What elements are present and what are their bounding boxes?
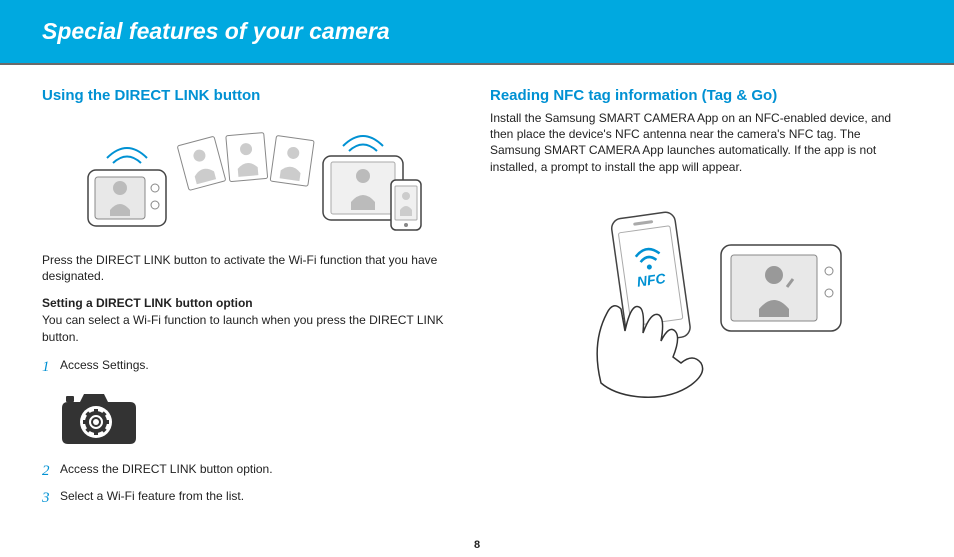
step-item: 3 Select a Wi-Fi feature from the list. [42,488,464,509]
section-heading-nfc: Reading NFC tag information (Tag & Go) [490,87,912,104]
nfc-description: Install the Samsung SMART CAMERA App on … [490,110,912,175]
step-text: Access Settings. [60,357,149,374]
right-column: Reading NFC tag information (Tag & Go) I… [490,87,912,515]
content-area: Using the DIRECT LINK button [0,65,954,515]
section-heading-direct-link: Using the DIRECT LINK button [42,87,464,104]
direct-link-subheading: Setting a DIRECT LINK button option [42,296,464,310]
direct-link-option-description: You can select a Wi-Fi function to launc… [42,312,464,344]
step-number: 3 [42,488,60,509]
step-text: Access the DIRECT LINK button option. [60,461,273,478]
page-number: 8 [0,539,954,551]
steps-list-cont: 2 Access the DIRECT LINK button option. … [42,461,464,509]
nfc-illustration: NFC [490,193,912,403]
left-column: Using the DIRECT LINK button [42,87,464,515]
steps-list: 1 Access Settings. [42,357,464,378]
camera-settings-icon [42,384,464,461]
step-number: 2 [42,461,60,482]
step-text: Select a Wi-Fi feature from the list. [60,488,244,505]
step-number: 1 [42,357,60,378]
direct-link-description: Press the DIRECT LINK button to activate… [42,252,464,284]
step-item: 1 Access Settings. [42,357,464,378]
step-item: 2 Access the DIRECT LINK button option. [42,461,464,482]
direct-link-illustration [42,110,464,238]
page-title: Special features of your camera [42,18,390,45]
header-banner: Special features of your camera [0,0,954,65]
